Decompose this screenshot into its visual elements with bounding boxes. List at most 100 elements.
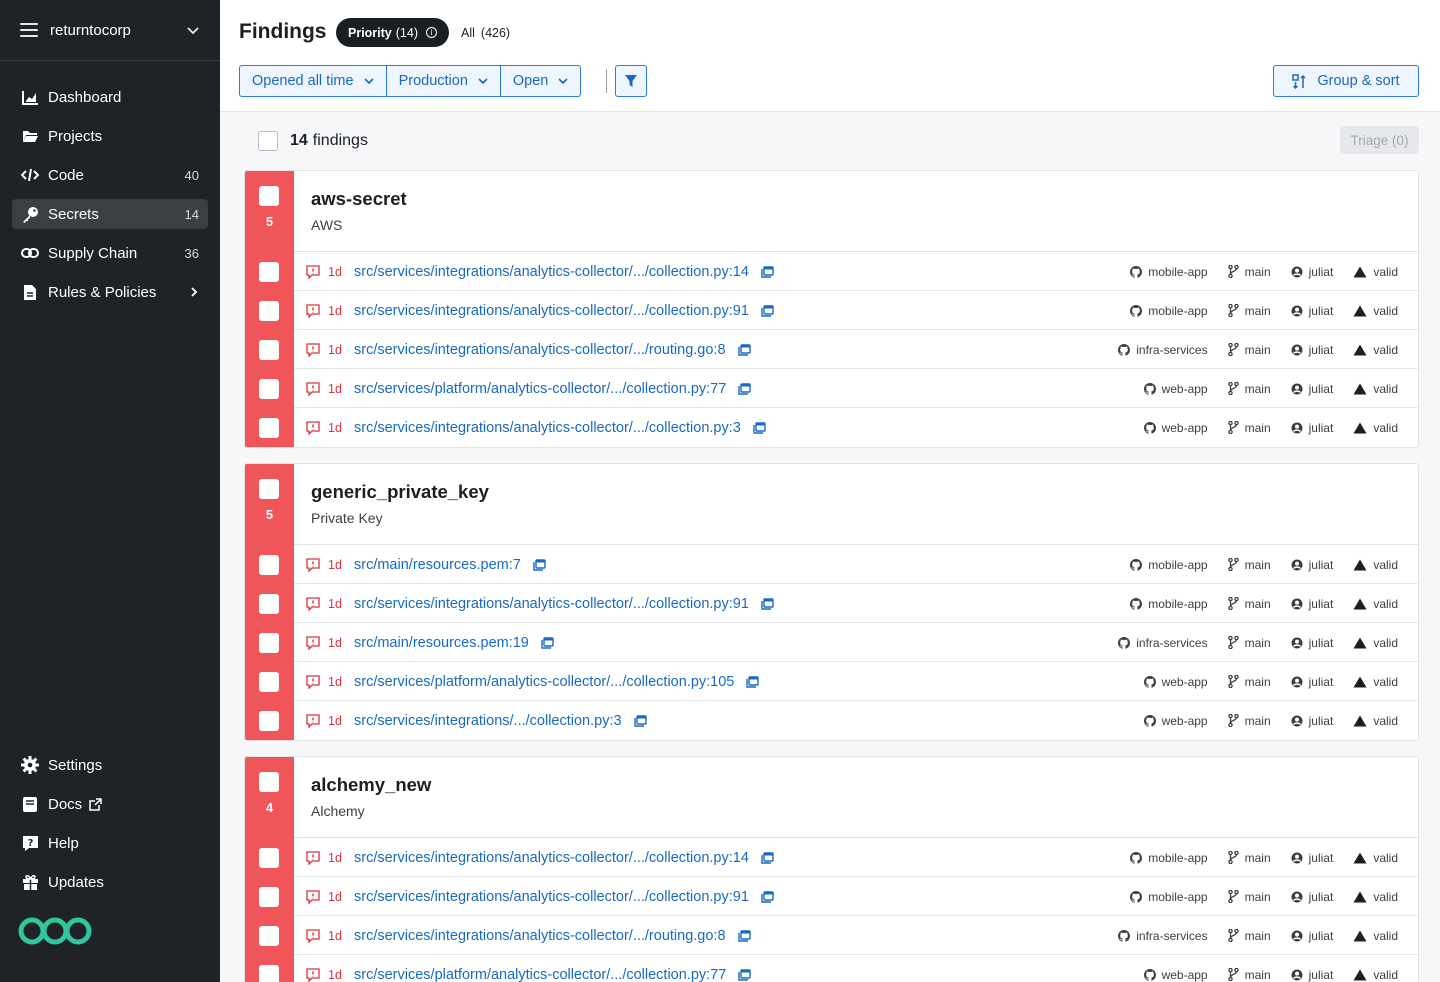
open-in-new-icon[interactable] xyxy=(761,890,774,903)
sidebar-item-secrets[interactable]: Secrets 14 xyxy=(12,199,208,229)
row-checkbox[interactable] xyxy=(259,301,279,321)
finding-path-link[interactable]: src/services/platform/analytics-collecto… xyxy=(354,381,726,397)
finding-row[interactable]: 1d src/services/integrations/analytics-co… xyxy=(245,584,1418,623)
sidebar-item-rules-policies[interactable]: Rules & Policies xyxy=(12,277,208,307)
finding-path-link[interactable]: src/services/integrations/analytics-coll… xyxy=(354,889,749,905)
repo[interactable]: infra-services xyxy=(1118,343,1208,357)
row-checkbox[interactable] xyxy=(259,926,279,946)
finding-path-link[interactable]: src/services/integrations/.../collection… xyxy=(354,713,622,729)
finding-row[interactable]: 1d src/services/integrations/analytics-co… xyxy=(245,330,1418,369)
open-in-new-icon[interactable] xyxy=(753,421,766,434)
finding-path-link[interactable]: src/services/integrations/analytics-coll… xyxy=(354,596,749,612)
finding-row[interactable]: 1d src/services/integrations/analytics-co… xyxy=(245,291,1418,330)
open-in-new-icon[interactable] xyxy=(746,675,760,688)
repo[interactable]: web-app xyxy=(1143,421,1208,435)
open-in-new-icon[interactable] xyxy=(738,382,752,395)
tab-all[interactable]: All (426) xyxy=(461,18,510,47)
group-header[interactable]: generic_private_key Private Key xyxy=(245,464,1418,545)
sidebar-item-help[interactable]: ? Help xyxy=(12,828,208,858)
finding-path-link[interactable]: src/main/resources.pem:7 xyxy=(354,557,521,573)
sidebar-item-updates[interactable]: Updates xyxy=(12,867,208,897)
info-icon[interactable]: i xyxy=(426,27,437,38)
select-all-checkbox[interactable] xyxy=(258,131,278,151)
finding-row[interactable]: 1d src/services/platform/analytics-collec… xyxy=(245,369,1418,408)
filter-button[interactable] xyxy=(615,65,647,97)
open-in-new-icon[interactable] xyxy=(633,714,647,727)
group-checkbox[interactable] xyxy=(259,479,279,499)
repo[interactable]: mobile-app xyxy=(1130,558,1208,572)
finding-row[interactable]: 1d src/services/integrations/analytics-co… xyxy=(245,252,1418,291)
open-in-new-icon[interactable] xyxy=(737,343,751,356)
row-checkbox[interactable] xyxy=(259,379,279,399)
repo-name: mobile-app xyxy=(1148,264,1208,279)
finding-path-link[interactable]: src/services/integrations/analytics-coll… xyxy=(354,342,726,358)
finding-row[interactable]: 1d src/main/resources.pem:19 infra-service… xyxy=(245,623,1418,662)
open-in-new-icon[interactable] xyxy=(541,636,554,649)
sidebar-item-docs[interactable]: Docs xyxy=(12,789,208,819)
repo[interactable]: web-app xyxy=(1143,675,1208,689)
repo[interactable]: web-app xyxy=(1143,714,1208,728)
triage-button[interactable]: Triage (0) xyxy=(1340,126,1419,154)
finding-row[interactable]: 1d src/main/resources.pem:7 mobile-app main… xyxy=(245,545,1418,584)
org-switcher[interactable]: returntocorp xyxy=(0,0,220,61)
repo[interactable]: mobile-app xyxy=(1130,264,1208,279)
repo[interactable]: mobile-app xyxy=(1130,851,1208,865)
sidebar-item-settings[interactable]: Settings xyxy=(12,750,208,780)
finding-path-link[interactable]: src/main/resources.pem:19 xyxy=(354,635,529,651)
group-header[interactable]: aws-secret AWS xyxy=(245,171,1418,252)
open-in-new-icon[interactable] xyxy=(761,304,774,317)
hamburger-icon[interactable] xyxy=(20,23,38,37)
row-checkbox[interactable] xyxy=(259,340,279,360)
group-header[interactable]: alchemy_new Alchemy xyxy=(245,757,1418,838)
open-in-new-icon[interactable] xyxy=(761,851,774,864)
repo[interactable]: mobile-app xyxy=(1130,597,1208,611)
finding-path-link[interactable]: src/services/integrations/analytics-coll… xyxy=(354,420,741,436)
repo[interactable]: web-app xyxy=(1143,968,1208,982)
finding-path-link[interactable]: src/services/platform/analytics-collecto… xyxy=(354,967,726,982)
repo[interactable]: infra-services xyxy=(1118,636,1208,650)
group-checkbox[interactable] xyxy=(259,772,279,792)
finding-path-link[interactable]: src/services/platform/analytics-collecto… xyxy=(354,674,734,690)
finding-row[interactable]: 1d src/services/integrations/analytics-co… xyxy=(245,916,1418,955)
filter-environment-dropdown[interactable]: Production xyxy=(387,66,501,96)
finding-row[interactable]: 1d src/services/integrations/analytics-co… xyxy=(245,408,1418,447)
sidebar-item-projects[interactable]: Projects xyxy=(12,121,208,151)
repo[interactable]: infra-services xyxy=(1118,929,1208,943)
repo[interactable]: mobile-app xyxy=(1130,304,1208,318)
finding-row[interactable]: 1d src/services/platform/analytics-collec… xyxy=(245,662,1418,701)
row-checkbox[interactable] xyxy=(259,555,279,575)
group-sort-button[interactable]: Group & sort xyxy=(1273,65,1419,97)
open-in-new-icon[interactable] xyxy=(738,968,752,981)
repo[interactable]: mobile-app xyxy=(1130,890,1208,904)
filter-opened-dropdown[interactable]: Opened all time xyxy=(240,66,387,96)
row-checkbox[interactable] xyxy=(259,262,279,282)
finding-path-link[interactable]: src/services/integrations/analytics-coll… xyxy=(354,264,749,280)
row-checkbox[interactable] xyxy=(259,848,279,868)
open-in-new-icon[interactable] xyxy=(737,929,751,942)
row-checkbox[interactable] xyxy=(259,887,279,907)
finding-path-link[interactable]: src/services/integrations/analytics-coll… xyxy=(354,928,726,944)
open-in-new-icon[interactable] xyxy=(761,265,774,278)
sidebar-item-code[interactable]: Code 40 xyxy=(12,160,208,190)
row-checkbox[interactable] xyxy=(259,965,279,982)
group-checkbox[interactable] xyxy=(259,186,279,206)
row-checkbox[interactable] xyxy=(259,672,279,692)
finding-row[interactable]: 1d src/services/integrations/analytics-co… xyxy=(245,877,1418,916)
row-checkbox[interactable] xyxy=(259,633,279,653)
finding-path-link[interactable]: src/services/integrations/analytics-coll… xyxy=(354,850,749,866)
filter-status-dropdown[interactable]: Open xyxy=(501,66,580,96)
sidebar-item-dashboard[interactable]: Dashboard xyxy=(12,82,208,112)
finding-row[interactable]: 1d src/services/integrations/analytics-co… xyxy=(245,838,1418,877)
finding-row[interactable]: 1d src/services/integrations/.../collecti… xyxy=(245,701,1418,740)
finding-path-link[interactable]: src/services/integrations/analytics-coll… xyxy=(354,303,749,319)
row-checkbox[interactable] xyxy=(259,594,279,614)
open-in-new-icon[interactable] xyxy=(533,558,546,571)
row-checkbox[interactable] xyxy=(259,418,279,438)
chevron-down-icon[interactable] xyxy=(186,23,200,37)
finding-row[interactable]: 1d src/services/platform/analytics-collec… xyxy=(245,955,1418,982)
tab-priority[interactable]: Priority (14) i xyxy=(336,18,449,47)
sidebar-item-supply-chain[interactable]: Supply Chain 36 xyxy=(12,238,208,268)
open-in-new-icon[interactable] xyxy=(761,597,774,610)
repo[interactable]: web-app xyxy=(1143,382,1208,396)
row-checkbox[interactable] xyxy=(259,711,279,731)
